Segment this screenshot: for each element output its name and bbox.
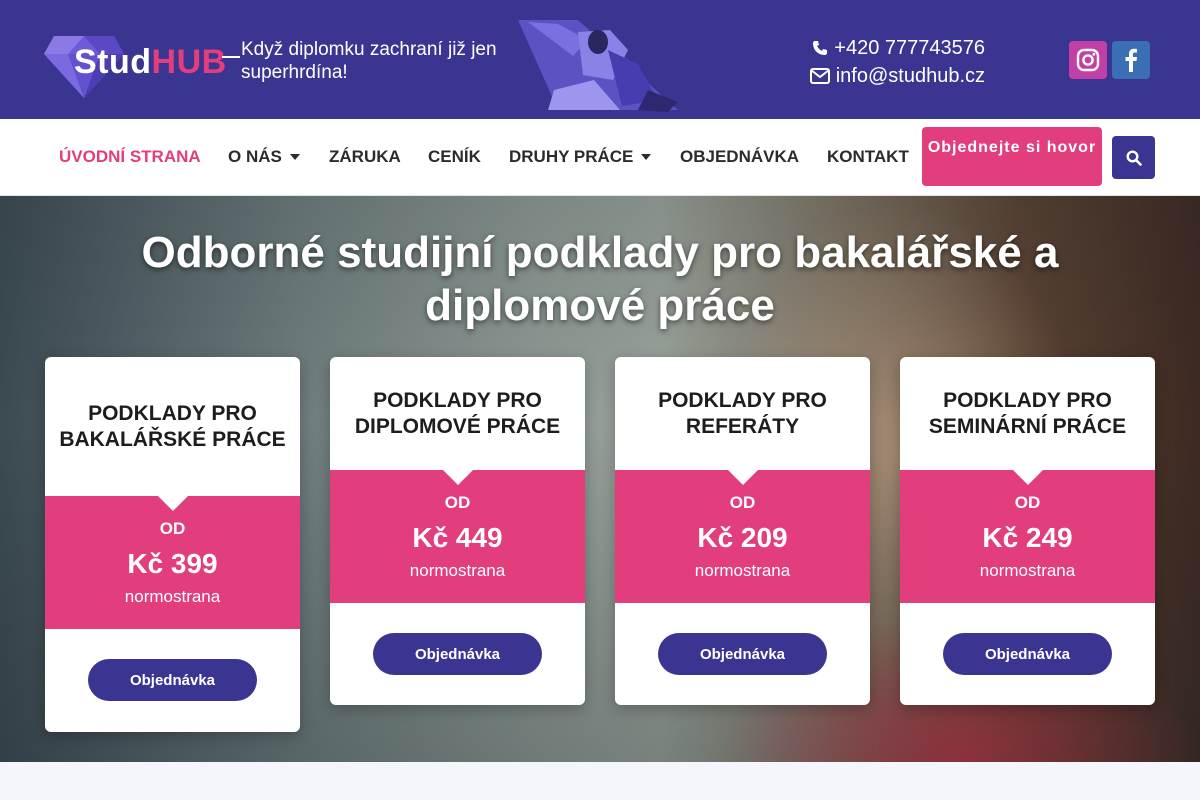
price-from-label: OD	[1014, 493, 1041, 512]
phone-number: +420 777743576	[834, 37, 985, 59]
order-button[interactable]: Objednávka	[943, 633, 1112, 675]
instagram-button[interactable]	[1069, 41, 1107, 79]
email-address: info@studhub.cz	[835, 65, 985, 87]
pricing-card-seminarni: PODKLADY PRO SEMINÁRNÍ PRÁCE OD Kč 249 n…	[900, 357, 1155, 705]
nav-item-cenik[interactable]: CENÍK	[428, 147, 481, 167]
logo-hub: HUB	[151, 43, 227, 81]
nav-item-label: DRUHY PRÁCE	[509, 147, 634, 166]
nav-item-druhy-prace[interactable]: DRUHY PRÁCE	[509, 147, 652, 167]
search-icon	[1125, 149, 1142, 166]
nav-item-objednavka[interactable]: OBJEDNÁVKA	[680, 147, 799, 167]
main-navigation: ÚVODNÍ STRANA O NÁS ZÁRUKA CENÍK DRUHY P…	[0, 119, 1200, 196]
card-price-block: OD Kč 399 normostrana	[45, 496, 300, 629]
phone-icon	[813, 41, 828, 55]
nav-item-label: ZÁRUKA	[329, 147, 401, 166]
search-button[interactable]	[1112, 136, 1155, 179]
contact-info: +420 777743576 info@studhub.cz	[790, 34, 985, 90]
price-unit: normostrana	[694, 561, 791, 580]
tagline: Když diplomku zachraní již jen superhrdí…	[241, 39, 497, 83]
logo-dash	[222, 56, 240, 58]
nav-item-o-nas[interactable]: O NÁS	[228, 147, 300, 167]
facebook-button[interactable]	[1112, 41, 1150, 79]
price-amount: Kč 399	[127, 548, 218, 579]
price-unit: normostrana	[124, 587, 221, 606]
card-title: PODKLADY PRO REFERÁTY	[658, 388, 827, 438]
card-footer: Objednávka	[45, 629, 300, 701]
nav-item-label: ÚVODNÍ STRANA	[59, 147, 201, 166]
hero-section: Odborné studijní podklady pro bakalářské…	[0, 196, 1200, 762]
pricing-card-referaty: PODKLADY PRO REFERÁTY OD Kč 209 normostr…	[615, 357, 870, 705]
price-from-label: OD	[159, 519, 186, 538]
card-price-block: OD Kč 449 normostrana	[330, 470, 585, 603]
pricing-card-bakalarske: PODKLADY PRO BAKALÁŘSKÉ PRÁCE OD Kč 399 …	[45, 357, 300, 732]
caret-down-icon	[641, 154, 652, 160]
request-call-button[interactable]: Objednejte si hovor	[922, 127, 1102, 186]
price-amount: Kč 449	[412, 522, 503, 553]
page-content-start	[0, 762, 1200, 800]
caret-down-icon	[289, 154, 300, 160]
order-button[interactable]: Objednávka	[658, 633, 827, 675]
hero-title: Odborné studijní podklady pro bakalářské…	[141, 228, 1059, 330]
nav-item-zaruka[interactable]: ZÁRUKA	[329, 147, 401, 167]
card-title: PODKLADY PRO DIPLOMOVÉ PRÁCE	[354, 388, 561, 438]
phone-contact[interactable]: +420 777743576	[790, 34, 985, 62]
facebook-icon	[1125, 48, 1137, 72]
price-unit: normostrana	[409, 561, 506, 580]
nav-item-label: CENÍK	[428, 147, 481, 166]
card-footer: Objednávka	[900, 603, 1155, 675]
superhero-illustration	[518, 20, 678, 112]
card-price-block: OD Kč 249 normostrana	[900, 470, 1155, 603]
price-unit: normostrana	[979, 561, 1076, 580]
email-contact[interactable]: info@studhub.cz	[790, 62, 985, 90]
price-from-label: OD	[729, 493, 756, 512]
order-button[interactable]: Objednávka	[373, 633, 542, 675]
price-amount: Kč 209	[697, 522, 788, 553]
order-button[interactable]: Objednávka	[88, 659, 257, 701]
nav-item-kontakt[interactable]: KONTAKT	[827, 147, 909, 167]
card-title: PODKLADY PRO SEMINÁRNÍ PRÁCE	[928, 388, 1127, 438]
instagram-icon	[1076, 48, 1100, 72]
logo-stud: Stud	[74, 43, 152, 81]
card-footer: Objednávka	[615, 603, 870, 675]
card-footer: Objednávka	[330, 603, 585, 675]
pricing-card-diplomove: PODKLADY PRO DIPLOMOVÉ PRÁCE OD Kč 449 n…	[330, 357, 585, 705]
nav-item-uvodni-strana[interactable]: ÚVODNÍ STRANA	[59, 147, 201, 167]
nav-item-label: OBJEDNÁVKA	[680, 147, 800, 166]
price-amount: Kč 249	[982, 522, 1073, 553]
studhub-logo[interactable]: StudHUB	[44, 34, 240, 100]
card-title: PODKLADY PRO BAKALÁŘSKÉ PRÁCE	[59, 401, 286, 451]
card-price-block: OD Kč 209 normostrana	[615, 470, 870, 603]
nav-item-label: O NÁS	[228, 147, 282, 166]
price-from-label: OD	[444, 493, 471, 512]
top-header: StudHUB Když diplomku zachraní již jen s…	[0, 0, 1200, 119]
nav-item-label: KONTAKT	[827, 147, 909, 166]
logo-wordmark: StudHUB	[74, 43, 227, 82]
envelope-icon	[809, 68, 830, 84]
